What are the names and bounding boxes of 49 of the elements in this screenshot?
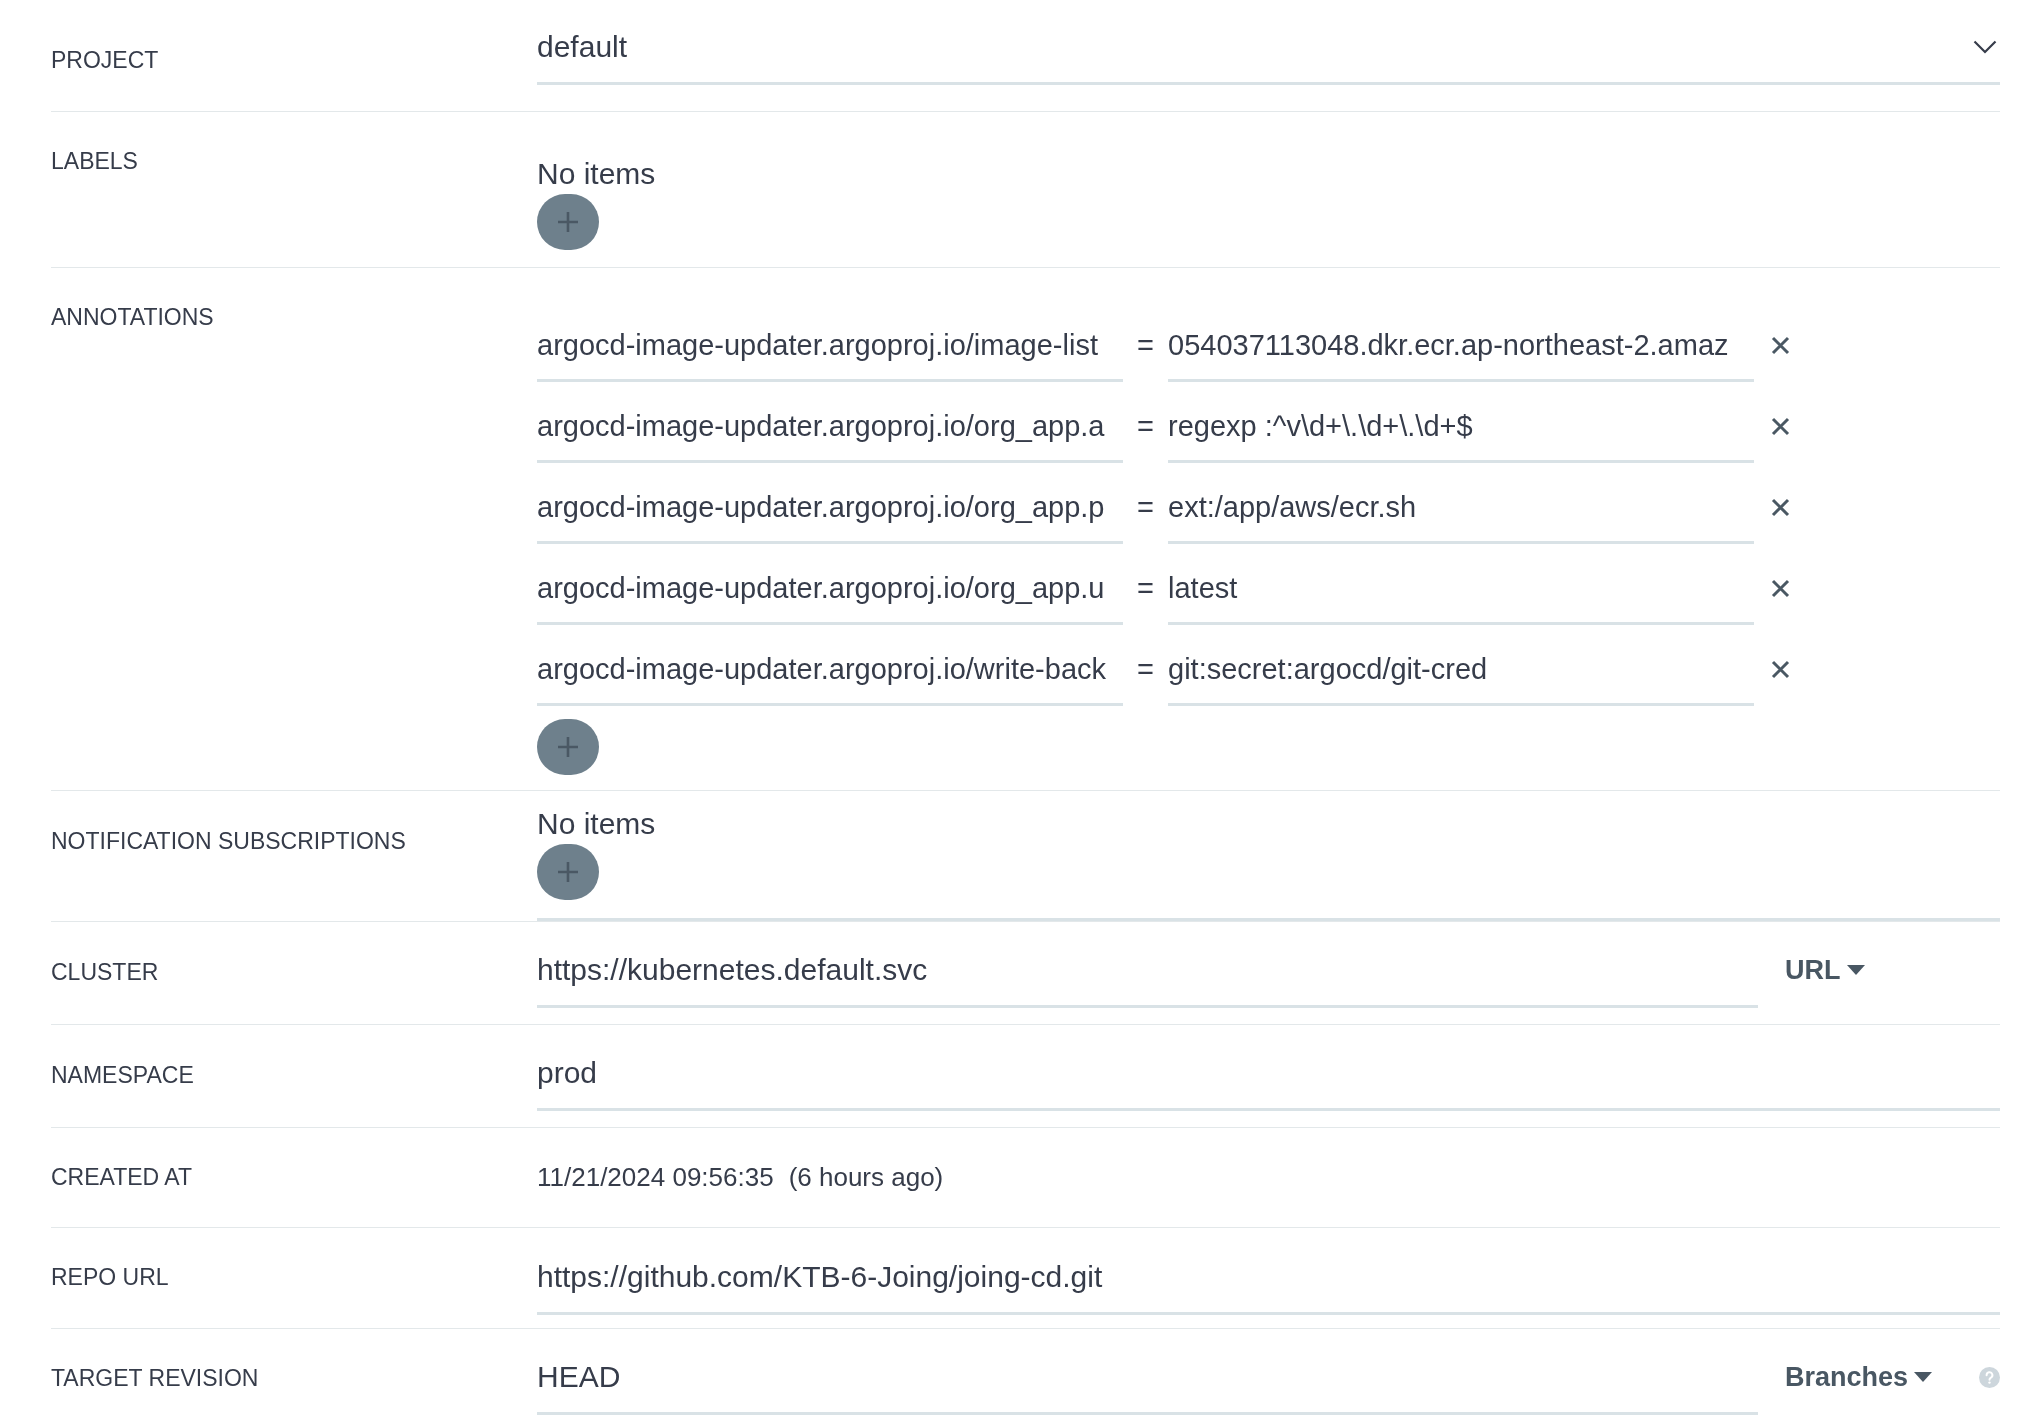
field-label: LABELS <box>51 147 139 175</box>
field-label: CREATED AT <box>51 1163 193 1191</box>
key-field[interactable]: argocd-image-updater.argoproj.io/image-list <box>537 327 1123 382</box>
caret-down-icon <box>1914 1372 1933 1382</box>
select-field[interactable]: default <box>537 29 2000 85</box>
add-button[interactable] <box>537 194 599 250</box>
field-label: ANNOTATIONS <box>51 303 215 331</box>
equals-sign: = <box>1136 571 1155 606</box>
plus-icon <box>557 211 579 233</box>
add-button[interactable] <box>537 844 599 900</box>
field-label: PROJECT <box>51 46 160 74</box>
field-label: NAMESPACE <box>51 1061 195 1089</box>
value-field[interactable]: 054037113048.dkr.ecr.ap-northeast-2.amaz <box>1168 327 1754 382</box>
close-icon[interactable] <box>1771 660 1790 679</box>
caret-down-icon <box>1846 965 1865 975</box>
relative-time-text: (6 hours ago) <box>788 1161 944 1193</box>
text-field[interactable]: prod <box>537 1055 2000 1111</box>
value-field[interactable]: latest <box>1168 570 1754 625</box>
text-field[interactable]: HEAD <box>537 1359 1758 1415</box>
equals-sign: = <box>1136 490 1155 525</box>
chevron-down-icon[interactable] <box>1973 40 1997 54</box>
close-icon[interactable] <box>1771 498 1790 517</box>
value-field[interactable]: regexp :^v\d+\.\d+\.\d+$ <box>1168 408 1754 463</box>
add-button[interactable] <box>537 719 599 775</box>
equals-sign: = <box>1136 652 1155 687</box>
key-field[interactable]: argocd-image-updater.argoproj.io/org_app.a <box>537 408 1123 463</box>
close-icon[interactable] <box>1771 579 1790 598</box>
key-field[interactable]: argocd-image-updater.argoproj.io/org_app.p <box>537 489 1123 544</box>
empty-text: No items <box>537 806 656 842</box>
timestamp-text: 11/21/2024 09:56:35 <box>537 1161 774 1193</box>
type-dropdown[interactable]: URL <box>1785 952 1865 988</box>
text-field[interactable]: https://github.com/KTB-6-Joing/joing-cd.git <box>537 1259 2000 1315</box>
close-icon[interactable] <box>1771 417 1790 436</box>
plus-icon <box>557 736 579 758</box>
key-field[interactable]: argocd-image-updater.argoproj.io/org_app.u <box>537 570 1123 625</box>
field-label: TARGET REVISION <box>51 1364 260 1392</box>
field-label: NOTIFICATION SUBSCRIPTIONS <box>51 827 407 855</box>
value-field[interactable]: ext:/app/aws/ecr.sh <box>1168 489 1754 544</box>
value-field[interactable]: git:secret:argocd/git-cred <box>1168 651 1754 706</box>
key-field[interactable]: argocd-image-updater.argoproj.io/write-back <box>537 651 1123 706</box>
field-label: REPO URL <box>51 1263 170 1291</box>
field-label: CLUSTER <box>51 958 160 986</box>
close-icon[interactable] <box>1771 336 1790 355</box>
equals-sign: = <box>1136 409 1155 444</box>
empty-text: No items <box>537 156 656 192</box>
equals-sign: = <box>1136 328 1155 363</box>
text-field[interactable]: https://kubernetes.default.svc <box>537 952 1758 1008</box>
type-dropdown[interactable]: Branches <box>1785 1359 1933 1395</box>
plus-icon <box>557 861 579 883</box>
